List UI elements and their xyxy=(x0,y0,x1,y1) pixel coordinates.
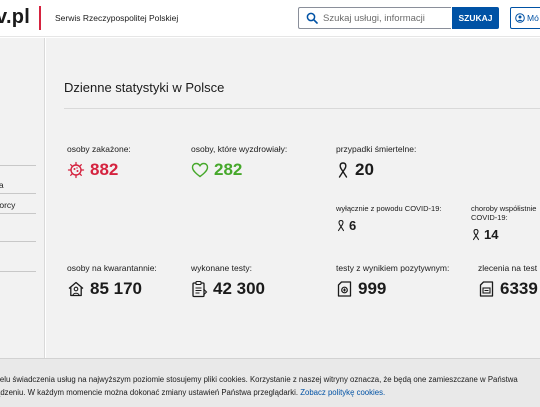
cookie-line: celu świadczenia usług na najwyższym poz… xyxy=(0,375,518,384)
cookie-policy-link[interactable]: Zobacz politykę cookies. xyxy=(300,388,385,397)
cookie-line-text: ądzeniu. W każdym momencie można dokonać… xyxy=(0,388,299,397)
stat-value: 999 xyxy=(358,279,387,298)
stat-label: wykonane testy: xyxy=(191,263,252,273)
stat-value: 42 300 xyxy=(213,279,265,298)
main-content: Dzienne statystyki w Polsce osoby zakażo… xyxy=(46,38,540,358)
logo-divider xyxy=(39,6,41,30)
search-icon xyxy=(306,12,318,24)
stat-deaths: przypadki śmiertelne: 20 xyxy=(336,144,416,180)
ribbon-icon xyxy=(337,219,345,232)
sidebar-divider xyxy=(0,241,36,242)
stat-ordered-tests: zlecenia na test 6339 xyxy=(478,263,538,299)
stat-value: 14 xyxy=(484,227,499,242)
stat-label: wyłącznie z powodu COVID-19: xyxy=(336,204,442,213)
stat-value: 6 xyxy=(349,218,357,233)
statistics-card: Dzienne statystyki w Polsce osoby zakażo… xyxy=(64,38,540,358)
stat-infected: osoby zakażone: 882 xyxy=(67,144,131,180)
sidebar-item-urzednika[interactable]: ika xyxy=(0,221,36,231)
stat-positive-tests: testy z wynikiem pozytywnym: 999 xyxy=(336,263,449,299)
stat-label: przypadki śmiertelne: xyxy=(336,144,417,154)
sidebar: zela ębiorcy ika e xyxy=(0,38,45,358)
stat-label: osoby zakażone: xyxy=(67,144,131,154)
site-header: v.pl Serwis Rzeczypospolitej Polskiej SZ… xyxy=(0,0,540,37)
test-positive-icon xyxy=(337,281,352,297)
stat-value: 282 xyxy=(214,160,243,179)
stat-label: osoby, które wyzdrowiały: xyxy=(191,144,288,154)
cookie-line: ądzeniu. W każdym momencie można dokonać… xyxy=(0,386,540,399)
user-icon xyxy=(515,13,525,23)
stat-deaths-comorbid: choroby współistnie COVID-19: 14 xyxy=(471,204,540,242)
account-button[interactable]: Mó xyxy=(510,7,540,29)
sidebar-item-przedsiebiorcy[interactable]: ębiorcy xyxy=(0,200,36,210)
clipboard-order-icon xyxy=(479,281,494,297)
stat-value: 85 170 xyxy=(90,279,142,298)
sidebar-item-obywatela[interactable]: zela xyxy=(0,180,36,190)
page-title: Dzienne statystyki w Polsce xyxy=(64,80,225,95)
search-button[interactable]: SZUKAJ xyxy=(452,7,499,29)
cookie-text: celu świadczenia usług na najwyższym poz… xyxy=(0,373,540,399)
stat-label: choroby współistnie COVID-19: xyxy=(471,204,537,222)
ribbon-icon xyxy=(338,162,348,178)
account-button-label: Mó xyxy=(527,13,539,23)
house-person-icon xyxy=(68,281,84,297)
title-divider xyxy=(64,108,540,109)
stat-value: 6339 xyxy=(500,279,538,298)
stat-quarantine: osoby na kwarantannie: 85 170 xyxy=(67,263,157,299)
stat-label: osoby na kwarantannie: xyxy=(67,263,157,273)
stat-value: 882 xyxy=(90,160,119,179)
stat-tests: wykonane testy: 42 300 xyxy=(191,263,265,299)
stat-label: zlecenia na test xyxy=(478,263,538,273)
stat-recovered: osoby, które wyzdrowiały: 282 xyxy=(191,144,287,180)
sidebar-divider xyxy=(0,213,36,214)
sidebar-item-more[interactable]: e xyxy=(0,258,36,268)
site-logo[interactable]: v.pl xyxy=(0,6,30,29)
sidebar-divider xyxy=(0,193,36,194)
stat-deaths-covid: wyłącznie z powodu COVID-19: 6 xyxy=(336,204,441,233)
virus-icon xyxy=(67,161,85,179)
stat-label: testy z wynikiem pozytywnym: xyxy=(336,263,450,273)
ribbon-icon xyxy=(472,228,480,241)
clipboard-icon xyxy=(192,280,208,298)
cookie-bar: celu świadczenia usług na najwyższym poz… xyxy=(0,358,540,407)
search-box xyxy=(298,7,451,29)
sidebar-divider xyxy=(0,165,36,166)
heart-icon xyxy=(191,162,209,178)
service-name: Serwis Rzeczypospolitej Polskiej xyxy=(55,13,179,23)
stat-value: 20 xyxy=(355,160,374,179)
search-input[interactable] xyxy=(323,12,448,25)
sidebar-divider xyxy=(0,271,36,272)
